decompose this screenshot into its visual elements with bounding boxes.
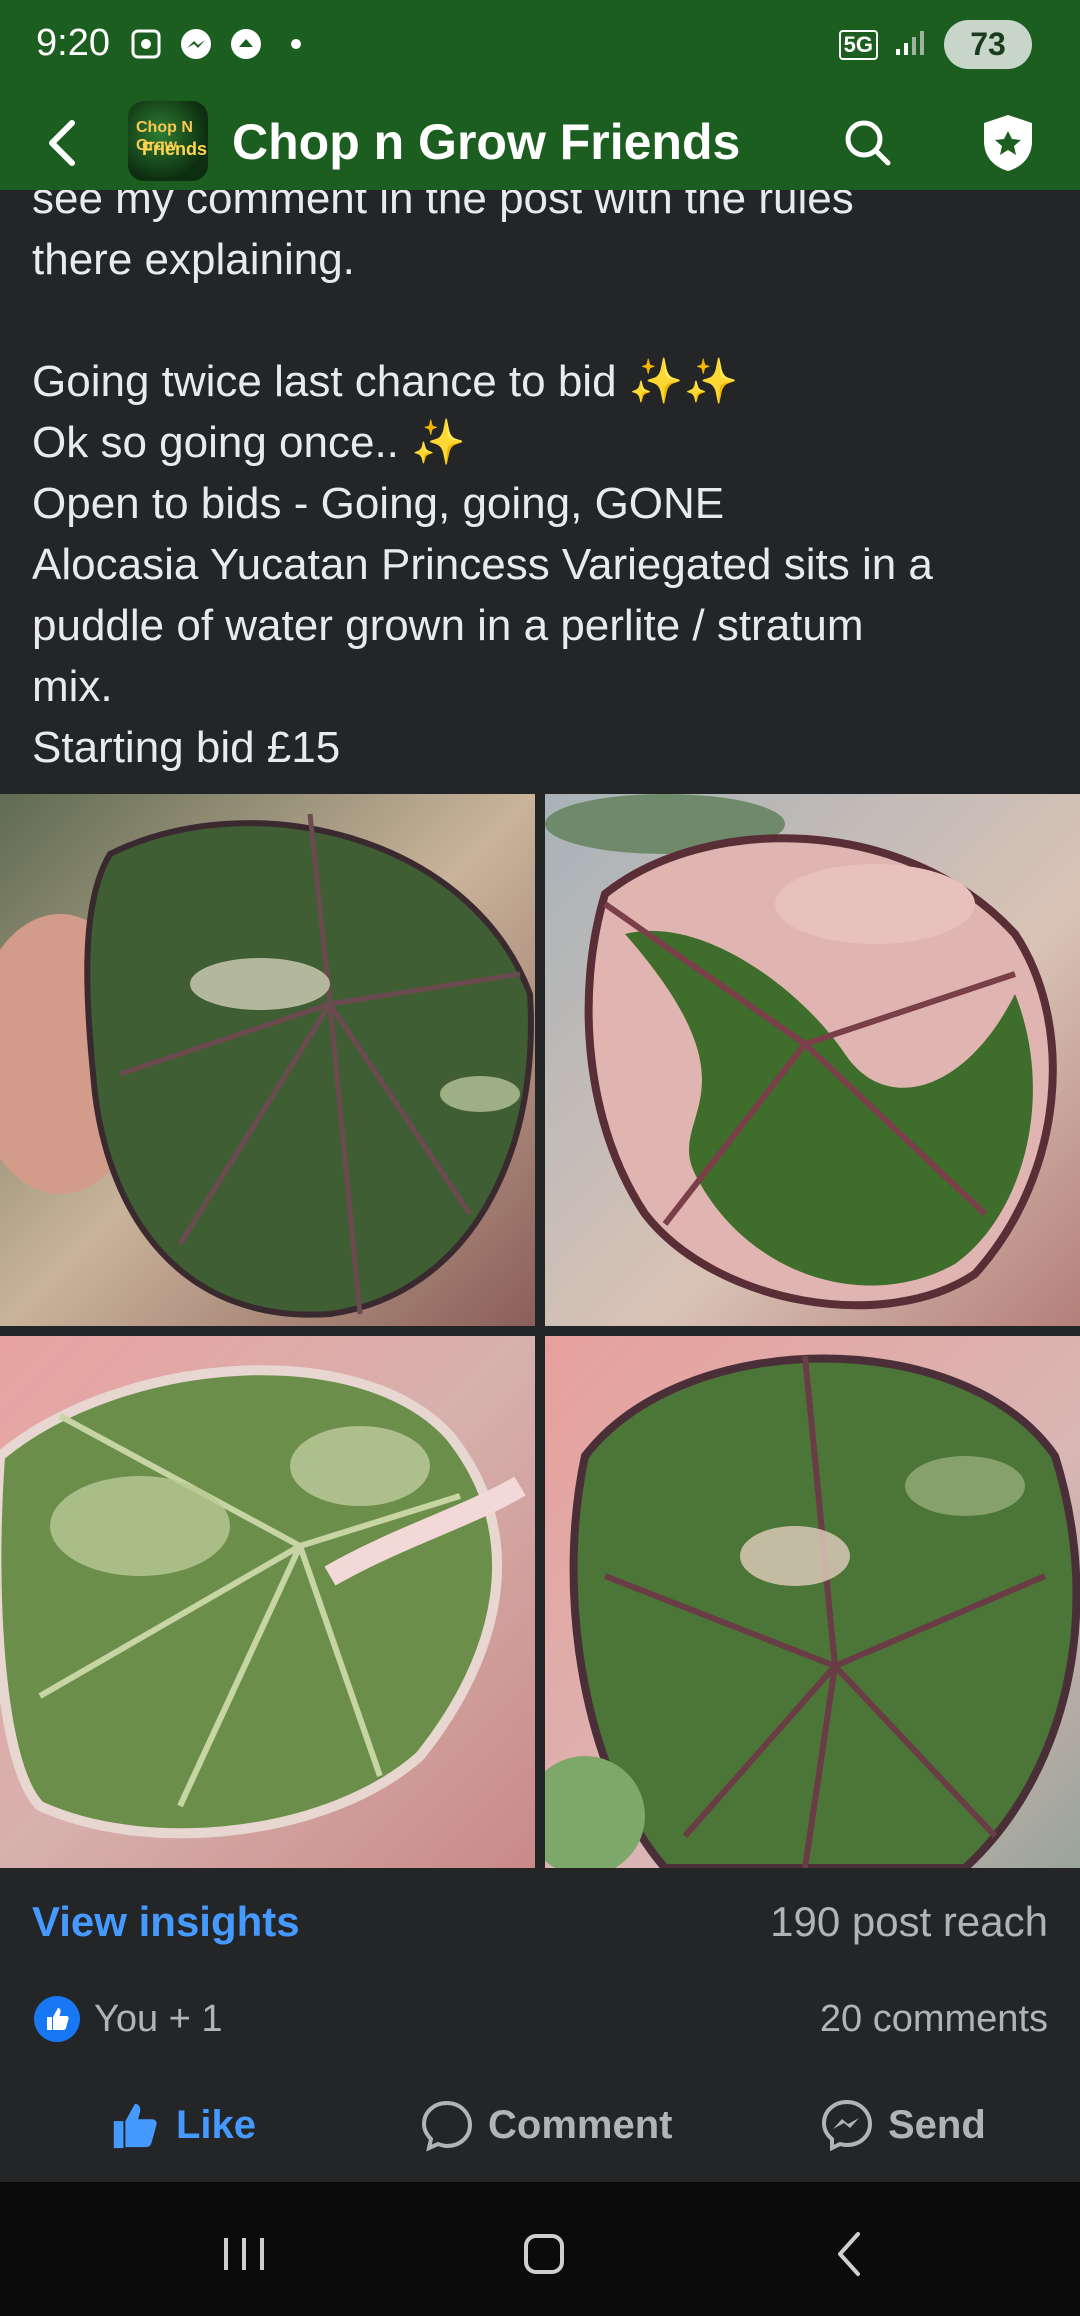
post-body-text: see my comment in the post with the rule… bbox=[32, 190, 933, 772]
group-avatar[interactable]: Chop N Grow Friends bbox=[128, 101, 208, 181]
photo-leaf-2[interactable] bbox=[545, 794, 1080, 1326]
dot-icon bbox=[278, 26, 314, 62]
status-bar: 9:20 5G 73 bbox=[0, 0, 1080, 95]
logo-text-bottom: Friends bbox=[142, 139, 208, 159]
reaction-summary[interactable]: You + 1 bbox=[34, 1996, 223, 2042]
messenger-icon bbox=[178, 26, 214, 62]
status-time: 9:20 bbox=[36, 22, 110, 64]
like-reaction-icon bbox=[34, 1996, 80, 2042]
recent-apps-icon[interactable] bbox=[214, 2224, 274, 2284]
app-bar: Chop N Grow Friends Chop n Grow Friends bbox=[0, 95, 1080, 190]
network-5g-icon: 5G bbox=[838, 29, 878, 60]
back-arrow-icon[interactable] bbox=[40, 115, 90, 171]
comment-count[interactable]: 20 comments bbox=[820, 1998, 1048, 2041]
back-nav-icon[interactable] bbox=[820, 2224, 880, 2284]
thumbs-up-icon bbox=[113, 2103, 157, 2149]
comment-label: Comment bbox=[488, 2102, 673, 2147]
group-title[interactable]: Chop n Grow Friends bbox=[232, 113, 740, 171]
like-label: Like bbox=[176, 2102, 257, 2147]
reaction-count: You + 1 bbox=[94, 1997, 223, 2040]
screenshot-icon bbox=[128, 26, 164, 62]
search-icon[interactable] bbox=[840, 115, 896, 171]
photo-leaf-4[interactable] bbox=[545, 1336, 1080, 1868]
post-reach: 190 post reach bbox=[770, 1898, 1048, 1945]
battery-indicator: 73 bbox=[944, 20, 1032, 69]
send-label: Send bbox=[888, 2102, 986, 2147]
send-button[interactable]: Send bbox=[820, 2098, 986, 2152]
comment-button[interactable]: Comment bbox=[420, 2098, 672, 2152]
notification-icons bbox=[128, 26, 314, 62]
photo-leaf-1[interactable] bbox=[0, 794, 535, 1326]
signal-icon bbox=[894, 27, 928, 62]
like-button[interactable]: Like bbox=[108, 2098, 256, 2152]
system-nav-bar bbox=[0, 2182, 1080, 2316]
post-action-bar: Like Comment Send bbox=[0, 2086, 1080, 2166]
upload-icon bbox=[228, 26, 264, 62]
view-insights-link[interactable]: View insights bbox=[32, 1898, 300, 1946]
photo-grid bbox=[0, 794, 1080, 1874]
admin-shield-icon[interactable] bbox=[978, 111, 1038, 175]
home-icon[interactable] bbox=[514, 2224, 574, 2284]
messenger-send-icon bbox=[821, 2099, 873, 2152]
comment-bubble-icon bbox=[421, 2100, 473, 2152]
photo-leaf-3[interactable] bbox=[0, 1336, 535, 1868]
post-text-viewport: see my comment in the post with the rule… bbox=[0, 190, 1080, 790]
